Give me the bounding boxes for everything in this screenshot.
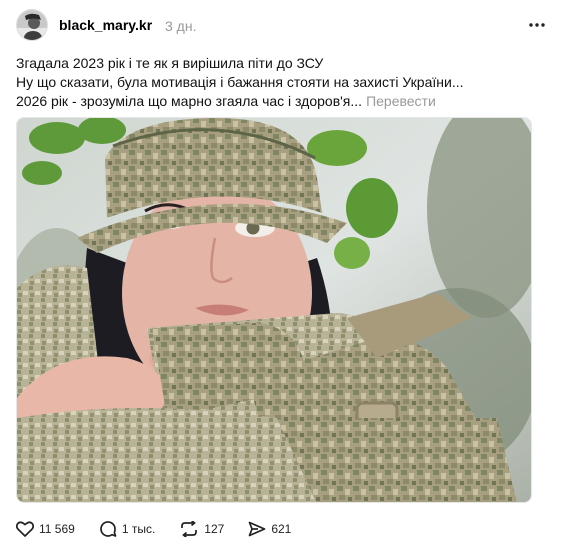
post-header: black_mary.kr 3 дн. — [16, 9, 550, 43]
repost-count: 127 — [204, 522, 225, 536]
post-card: black_mary.kr 3 дн. Згадала 2023 рік і т… — [0, 0, 566, 549]
post-timestamp: 3 дн. — [165, 18, 197, 34]
speech-bubble-icon — [99, 521, 117, 537]
photo-soldier-in-camouflage — [17, 118, 531, 502]
post-photo[interactable] — [16, 117, 532, 503]
repost-arrows-icon — [181, 521, 198, 537]
share-count: 621 — [271, 522, 292, 536]
translate-link[interactable]: Перевести — [366, 93, 436, 109]
heart-icon — [16, 521, 34, 537]
repost-button[interactable]: 127 — [179, 521, 224, 537]
more-options-button[interactable] — [526, 15, 548, 35]
comment-count: 1 тыс. — [121, 522, 156, 536]
like-button[interactable]: 11 569 — [16, 521, 75, 537]
avatar[interactable] — [16, 9, 48, 41]
post-actions: 11 569 1 тыс. 127 621 — [16, 518, 315, 540]
share-button[interactable]: 621 — [248, 521, 291, 537]
caption-line: Ну що сказати, була мотивація і бажання … — [16, 74, 464, 90]
username[interactable]: black_mary.kr — [59, 17, 152, 33]
caption-line: Згадала 2023 рік і те як я вирішила піти… — [16, 55, 324, 71]
post-caption: Згадала 2023 рік і те як я вирішила піти… — [16, 54, 536, 111]
caption-line-last: 2026 рік - зрозуміла що марно згаяла час… — [16, 92, 536, 111]
send-icon — [248, 521, 266, 537]
like-count: 11 569 — [39, 522, 75, 536]
comment-button[interactable]: 1 тыс. — [99, 520, 155, 538]
caption-line-text: 2026 рік - зрозуміла що марно згаяла час… — [16, 93, 363, 109]
more-horizontal-icon — [529, 23, 545, 27]
